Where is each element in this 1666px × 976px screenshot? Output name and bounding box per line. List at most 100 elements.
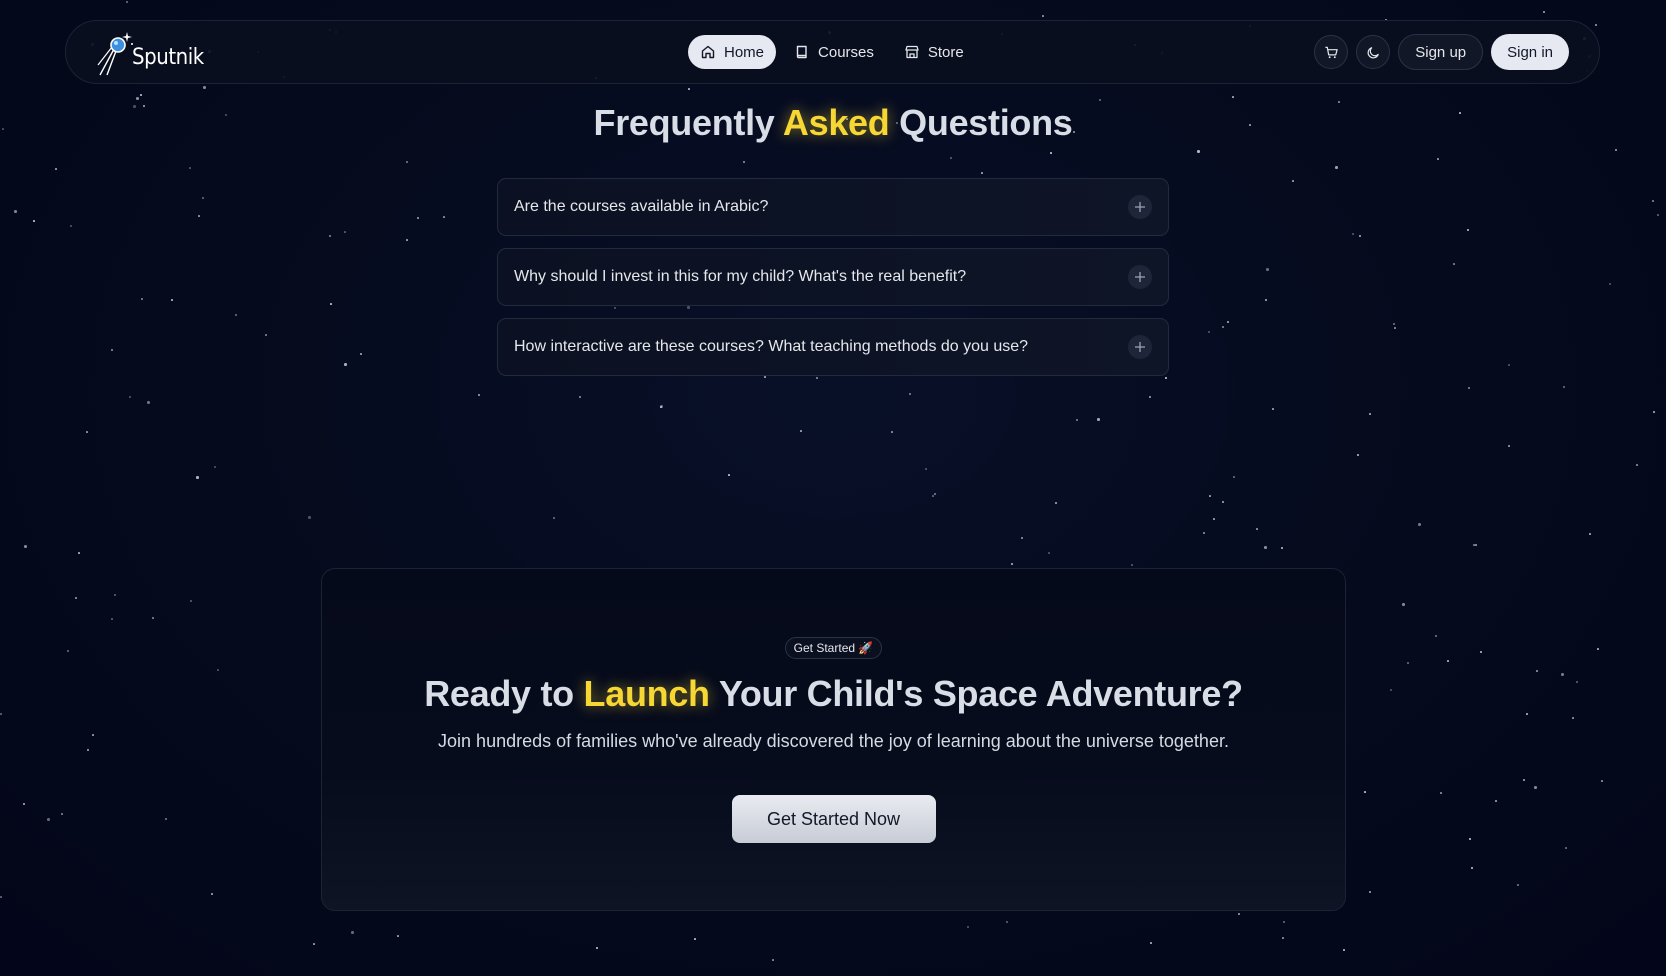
star [800, 430, 802, 432]
cta-title-pre: Ready to [424, 673, 574, 714]
star [1021, 537, 1023, 539]
faq-title-post: Questions [899, 102, 1073, 143]
faq-question: Are the courses available in Arabic? [514, 198, 769, 215]
star [1517, 884, 1519, 886]
faq-item[interactable]: How interactive are these courses? What … [497, 318, 1169, 376]
star [23, 803, 25, 805]
star [190, 600, 192, 602]
star [981, 172, 983, 174]
star [1131, 564, 1133, 566]
nav-home[interactable]: Home [688, 35, 777, 69]
star [1282, 937, 1284, 939]
star [1495, 800, 1497, 802]
star [1048, 552, 1050, 554]
faq-list: Are the courses available in Arabic? Why… [497, 178, 1169, 388]
brand-name: Sputnik [132, 44, 204, 70]
star [1335, 166, 1338, 169]
star [1597, 648, 1599, 650]
nav-home-label: Home [724, 43, 765, 61]
star [78, 552, 80, 554]
faq-question: How interactive are these courses? What … [514, 338, 1029, 355]
star [909, 393, 911, 395]
faq-item[interactable]: Why should I invest in this for my child… [497, 248, 1169, 306]
star [1232, 96, 1234, 98]
nav-actions: Sign up Sign in [1314, 34, 1569, 70]
star [1609, 283, 1611, 285]
star [198, 215, 200, 217]
star [165, 818, 167, 820]
star [743, 161, 745, 163]
star [1238, 913, 1240, 915]
star [351, 931, 354, 934]
plus-icon [1135, 342, 1145, 352]
star [140, 94, 142, 96]
faq-title-pre: Frequently [593, 102, 775, 143]
nav-store[interactable]: Store [892, 35, 976, 69]
star [87, 749, 89, 751]
main-nav: Home Courses Store [688, 35, 976, 69]
star [1359, 235, 1361, 237]
star [1652, 200, 1654, 202]
star [0, 896, 2, 898]
star [1561, 673, 1564, 676]
star [660, 406, 662, 408]
star [55, 168, 57, 170]
star [1222, 326, 1224, 328]
get-started-now-button[interactable]: Get Started Now [731, 795, 936, 843]
star [932, 495, 934, 497]
star [417, 217, 419, 219]
star [1076, 419, 1078, 421]
nav-courses-label: Courses [818, 43, 874, 61]
star [1589, 533, 1591, 535]
star [891, 431, 893, 433]
star [147, 401, 150, 404]
home-icon [701, 45, 715, 59]
star [202, 197, 204, 199]
star [1453, 263, 1455, 265]
star [1636, 464, 1638, 466]
get-started-badge: Get Started 🚀 [784, 637, 883, 659]
star [189, 167, 191, 169]
faq-item[interactable]: Are the courses available in Arabic? [497, 178, 1169, 236]
sign-up-button[interactable]: Sign up [1398, 34, 1484, 70]
star [1475, 544, 1477, 546]
star [75, 597, 77, 599]
book-icon [796, 45, 807, 59]
star [111, 349, 113, 351]
logo[interactable]: Sputnik [96, 29, 212, 77]
star [1471, 867, 1473, 869]
nav-courses[interactable]: Courses [782, 35, 886, 69]
star [694, 938, 696, 940]
cta-card: Get Started 🚀 Ready to Launch Your Child… [321, 568, 1346, 911]
star [688, 88, 690, 90]
star [1595, 24, 1597, 26]
star [1435, 635, 1437, 637]
star [1006, 921, 1008, 923]
star [196, 476, 199, 479]
star [33, 220, 35, 222]
star [171, 299, 173, 301]
sign-in-button[interactable]: Sign in [1491, 34, 1569, 70]
star [1203, 532, 1205, 534]
cart-icon [1325, 46, 1338, 58]
expand-button[interactable] [1128, 195, 1152, 219]
star [1209, 495, 1211, 497]
cta-subtitle: Join hundreds of families who've already… [438, 731, 1229, 751]
expand-button[interactable] [1128, 265, 1152, 289]
star [772, 959, 774, 961]
cart-button[interactable] [1314, 35, 1349, 69]
star [1601, 780, 1603, 782]
theme-toggle-button[interactable] [1356, 35, 1391, 69]
star [129, 396, 131, 398]
star [1615, 149, 1617, 151]
star [1534, 786, 1537, 789]
cta-title-post: Your Child's Space Adventure? [718, 673, 1243, 714]
star [360, 353, 362, 355]
star [126, 1, 128, 3]
star [152, 617, 154, 619]
star [1576, 681, 1578, 683]
star [660, 405, 663, 408]
expand-button[interactable] [1128, 335, 1152, 359]
star [1526, 713, 1528, 715]
faq-question: Why should I invest in this for my child… [514, 268, 967, 285]
